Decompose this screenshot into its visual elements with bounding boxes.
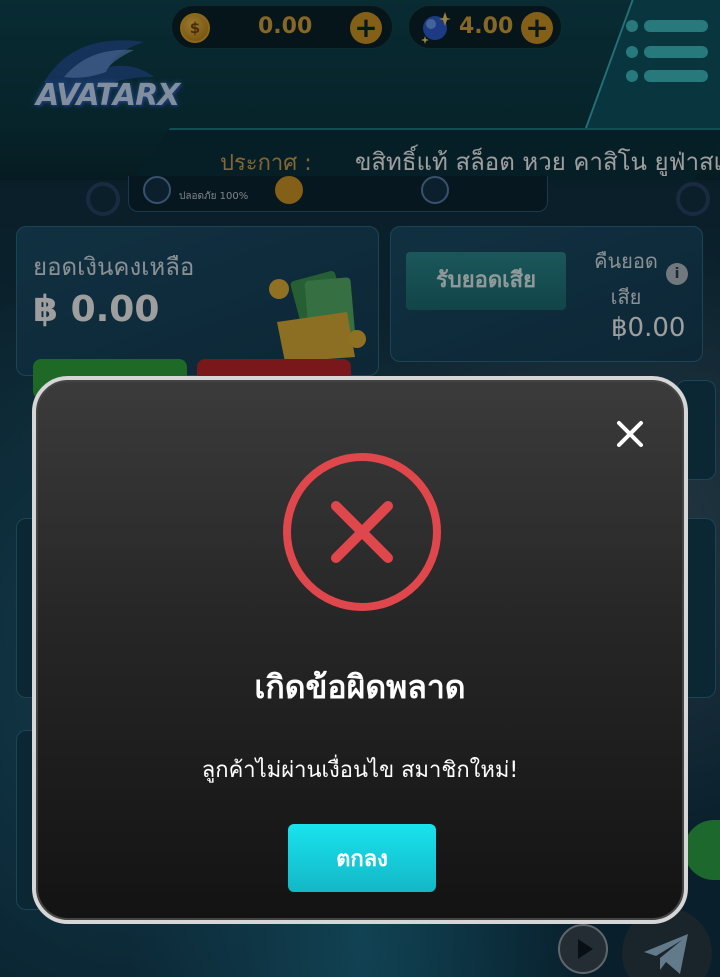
error-x-circle-icon [283, 453, 441, 611]
ok-button[interactable]: ตกลง [288, 824, 436, 892]
dialog-message: ลูกค้าไม่ผ่านเงื่อนไข สมาชิกใหม่! [201, 758, 519, 783]
error-dialog: เกิดข้อผิดพลาด ลูกค้าไม่ผ่านเงื่อนไข สมา… [32, 376, 688, 924]
close-icon[interactable] [612, 416, 648, 452]
dialog-title: เกิดข้อผิดพลาด [254, 668, 466, 706]
